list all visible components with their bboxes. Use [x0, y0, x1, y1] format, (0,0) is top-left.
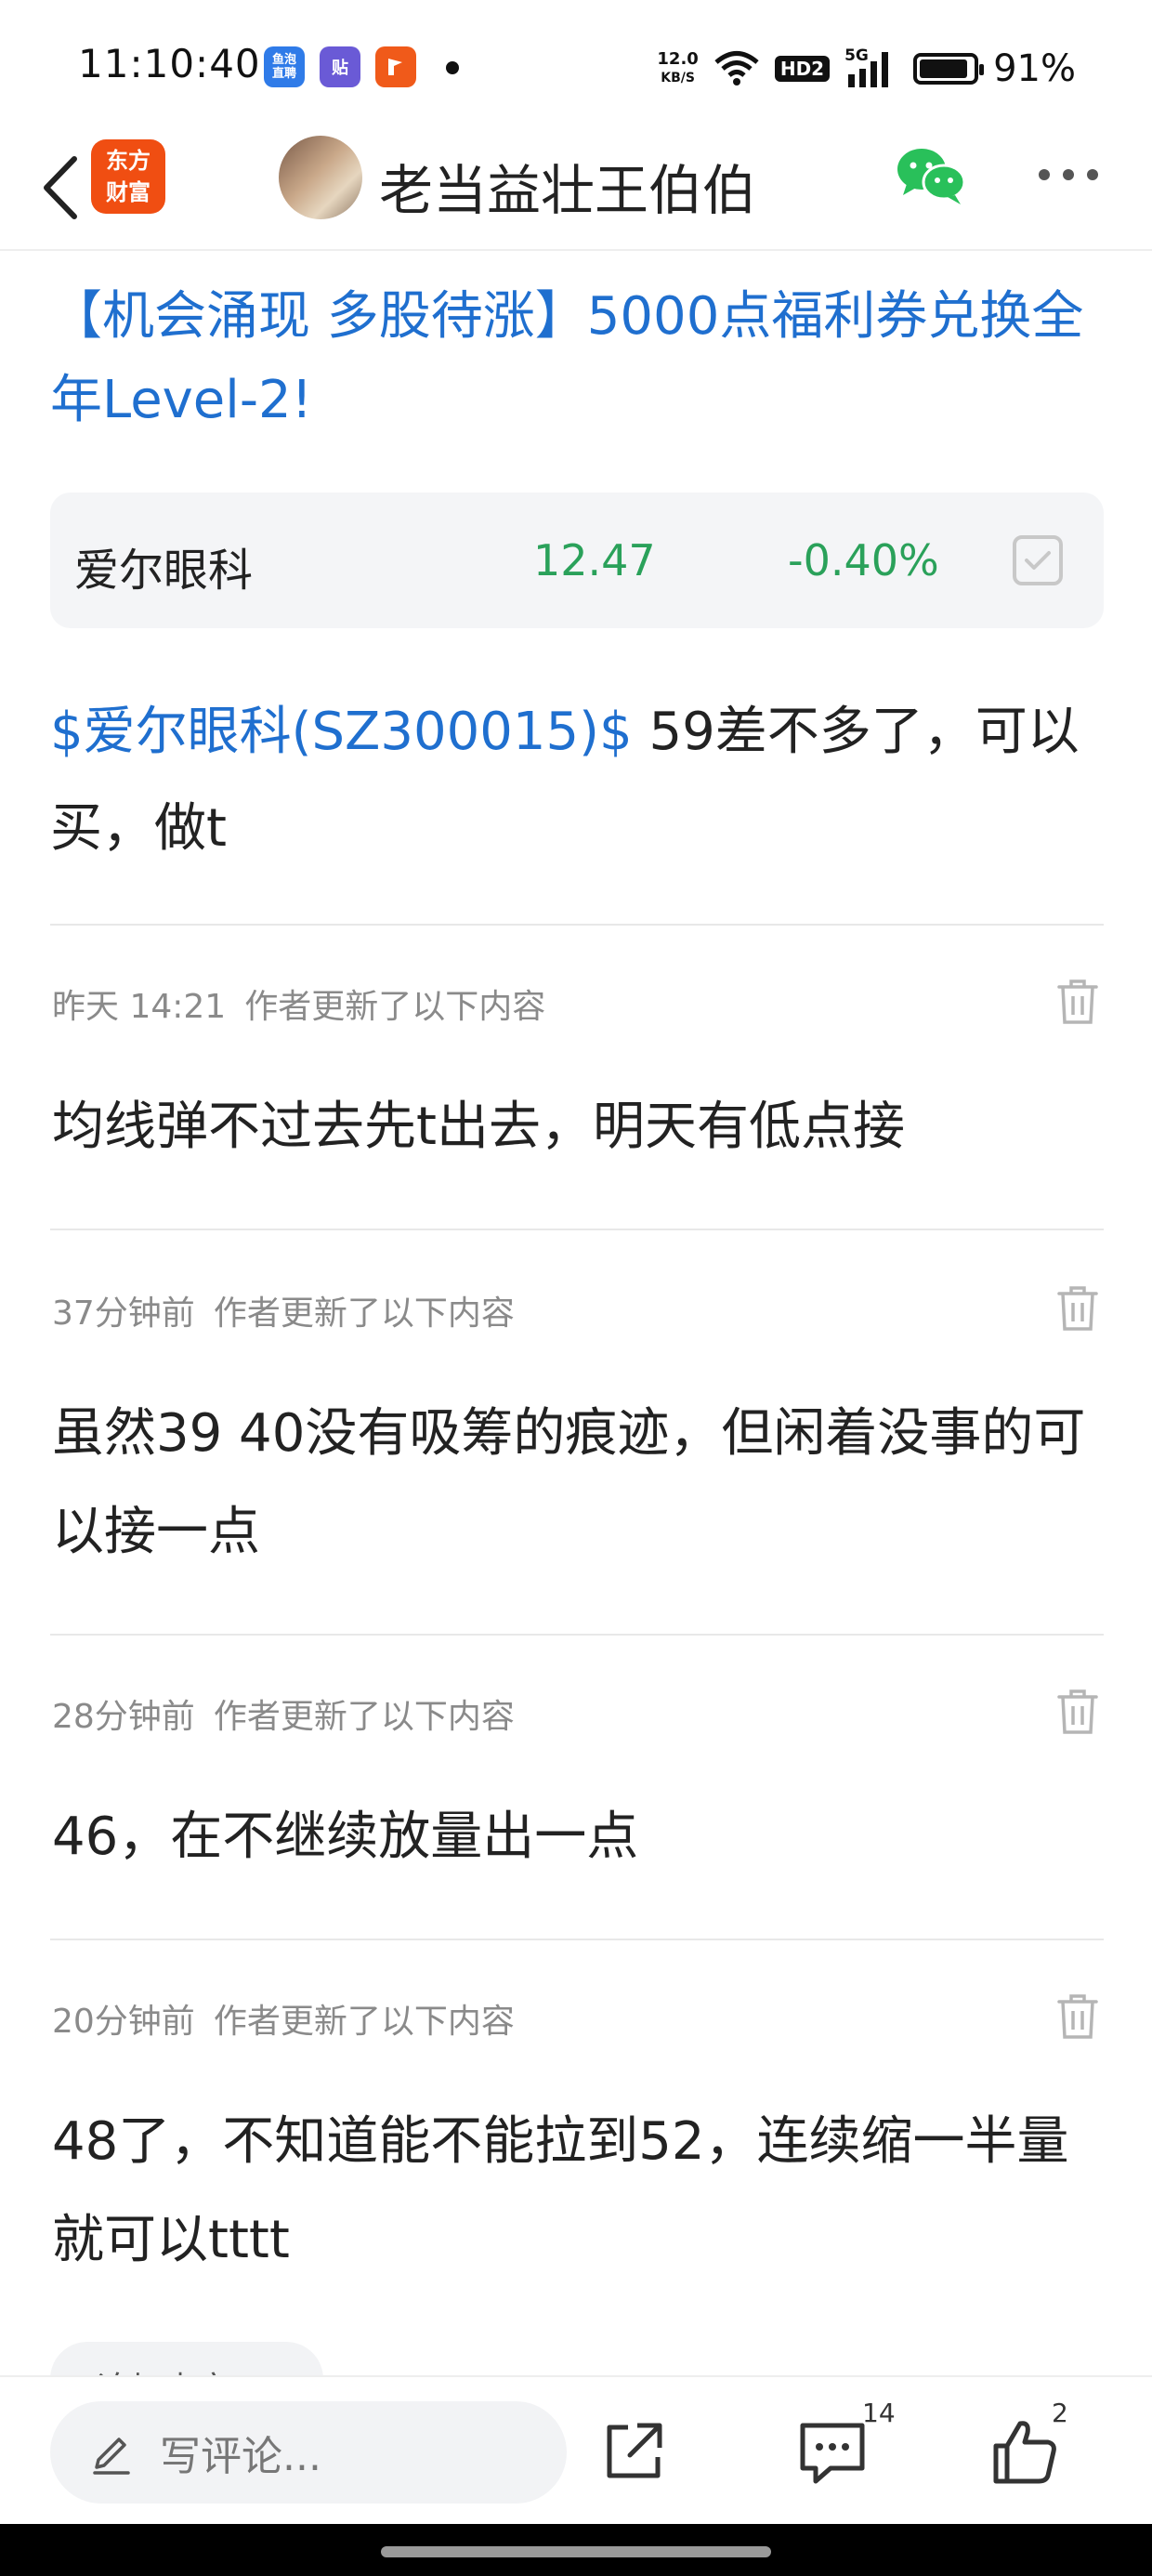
back-button[interactable] [22, 151, 97, 225]
wechat-icon [897, 149, 966, 204]
promo-link[interactable]: 【机会涌现 多股待涨】5000点福利券兑换全年Level-2! [50, 275, 1109, 442]
top-nav-bar: 东方 财富 老当益壮王伯伯 [0, 130, 1152, 251]
divider [50, 924, 1104, 926]
wifi-icon [714, 51, 759, 85]
comment-count: 14 [862, 2398, 896, 2428]
stock-price: 12.47 [533, 535, 656, 585]
stock-quote-card[interactable]: 爱尔眼科 12.47 -0.40% [50, 493, 1104, 628]
update-text: 均线弹不过去先t出去，明天有低点接 [52, 1097, 905, 1157]
tie-app-icon: 贴 [320, 46, 360, 87]
author-avatar[interactable] [279, 136, 362, 219]
signal-icon: 5G [844, 46, 898, 89]
trash-icon[interactable] [1055, 978, 1100, 1026]
hd-badge: HD2 [774, 56, 831, 82]
battery-icon [913, 53, 985, 85]
update-meta: 37分钟前 作者更新了以下内容 [52, 1286, 515, 1334]
update-time: 昨天 14:21 [52, 988, 227, 1026]
battery-percent: 91% [993, 47, 1076, 90]
notification-dot-icon [446, 61, 459, 74]
more-dot-icon [1087, 169, 1098, 180]
home-indicator[interactable] [381, 2546, 771, 2557]
update-label: 作者更新了以下内容 [244, 988, 546, 1026]
update-meta: 28分钟前 作者更新了以下内容 [52, 1689, 515, 1738]
update-label: 作者更新了以下内容 [213, 2003, 515, 2041]
yupao-app-icon: 鱼泡直聘 [264, 46, 305, 87]
more-dot-icon [1039, 169, 1050, 180]
eastmoney-logo[interactable]: 东方 财富 [91, 139, 165, 214]
more-dot-icon [1063, 169, 1074, 180]
trash-icon[interactable] [1055, 1284, 1100, 1333]
status-bar: 11:10:40 鱼泡直聘 贴 12.0 KB/S HD2 5G 91% [0, 0, 1152, 130]
check-icon [1025, 551, 1051, 570]
chevron-left-icon [44, 156, 77, 219]
pencil-icon [93, 2438, 130, 2475]
net-speed: 12.0 KB/S [657, 49, 699, 86]
comment-input[interactable]: 写评论... [50, 2401, 567, 2504]
system-nav-area [0, 2524, 1152, 2576]
comment-placeholder: 写评论... [160, 2433, 321, 2480]
thumbs-up-icon[interactable] [990, 2416, 1061, 2487]
author-name[interactable]: 老当益壮王伯伯 [379, 147, 756, 225]
update-text: 48了，不知道能不能拉到52，连续缩一半量就可以tttt [52, 2111, 1069, 2270]
post-body: $爱尔眼科(SZ300015)$ 59差不多了，可以买，做t [50, 684, 1109, 877]
bottom-action-bar: 写评论... 14 2 [0, 2375, 1152, 2524]
more-options-button[interactable] [1031, 156, 1106, 193]
update-meta: 昨天 14:21 作者更新了以下内容 [52, 979, 545, 1028]
divider [50, 1229, 1104, 1230]
stock-change: -0.40% [788, 535, 939, 585]
trash-icon[interactable] [1055, 1992, 1100, 2041]
divider [50, 1634, 1104, 1636]
update-time: 37分钟前 [52, 1295, 195, 1333]
status-right-cluster: 12.0 KB/S HD2 5G 91% [657, 41, 1076, 97]
flag-app-icon [375, 46, 416, 87]
comment-bubble-icon[interactable] [797, 2418, 868, 2489]
stock-tag-link[interactable]: $爱尔眼科(SZ300015)$ [50, 702, 633, 762]
update-meta: 20分钟前 作者更新了以下内容 [52, 1994, 515, 2043]
status-time: 11:10:40 [78, 41, 261, 86]
update-text: 46，在不继续放量出一点 [52, 1807, 639, 1867]
wechat-share-button[interactable] [894, 143, 968, 208]
battery-fill [920, 59, 968, 78]
share-icon[interactable] [600, 2418, 667, 2485]
update-label: 作者更新了以下内容 [213, 1295, 515, 1333]
watchlist-checkbox[interactable] [1013, 535, 1063, 585]
stock-name: 爱尔眼科 [74, 545, 254, 597]
update-label: 作者更新了以下内容 [213, 1698, 515, 1736]
update-time: 28分钟前 [52, 1698, 195, 1736]
like-count: 2 [1052, 2398, 1068, 2428]
divider [50, 1939, 1104, 1940]
trash-icon[interactable] [1055, 1688, 1100, 1736]
update-time: 20分钟前 [52, 2003, 195, 2041]
update-text: 虽然39 40没有吸筹的痕迹，但闲着没事的可以接一点 [52, 1403, 1086, 1562]
